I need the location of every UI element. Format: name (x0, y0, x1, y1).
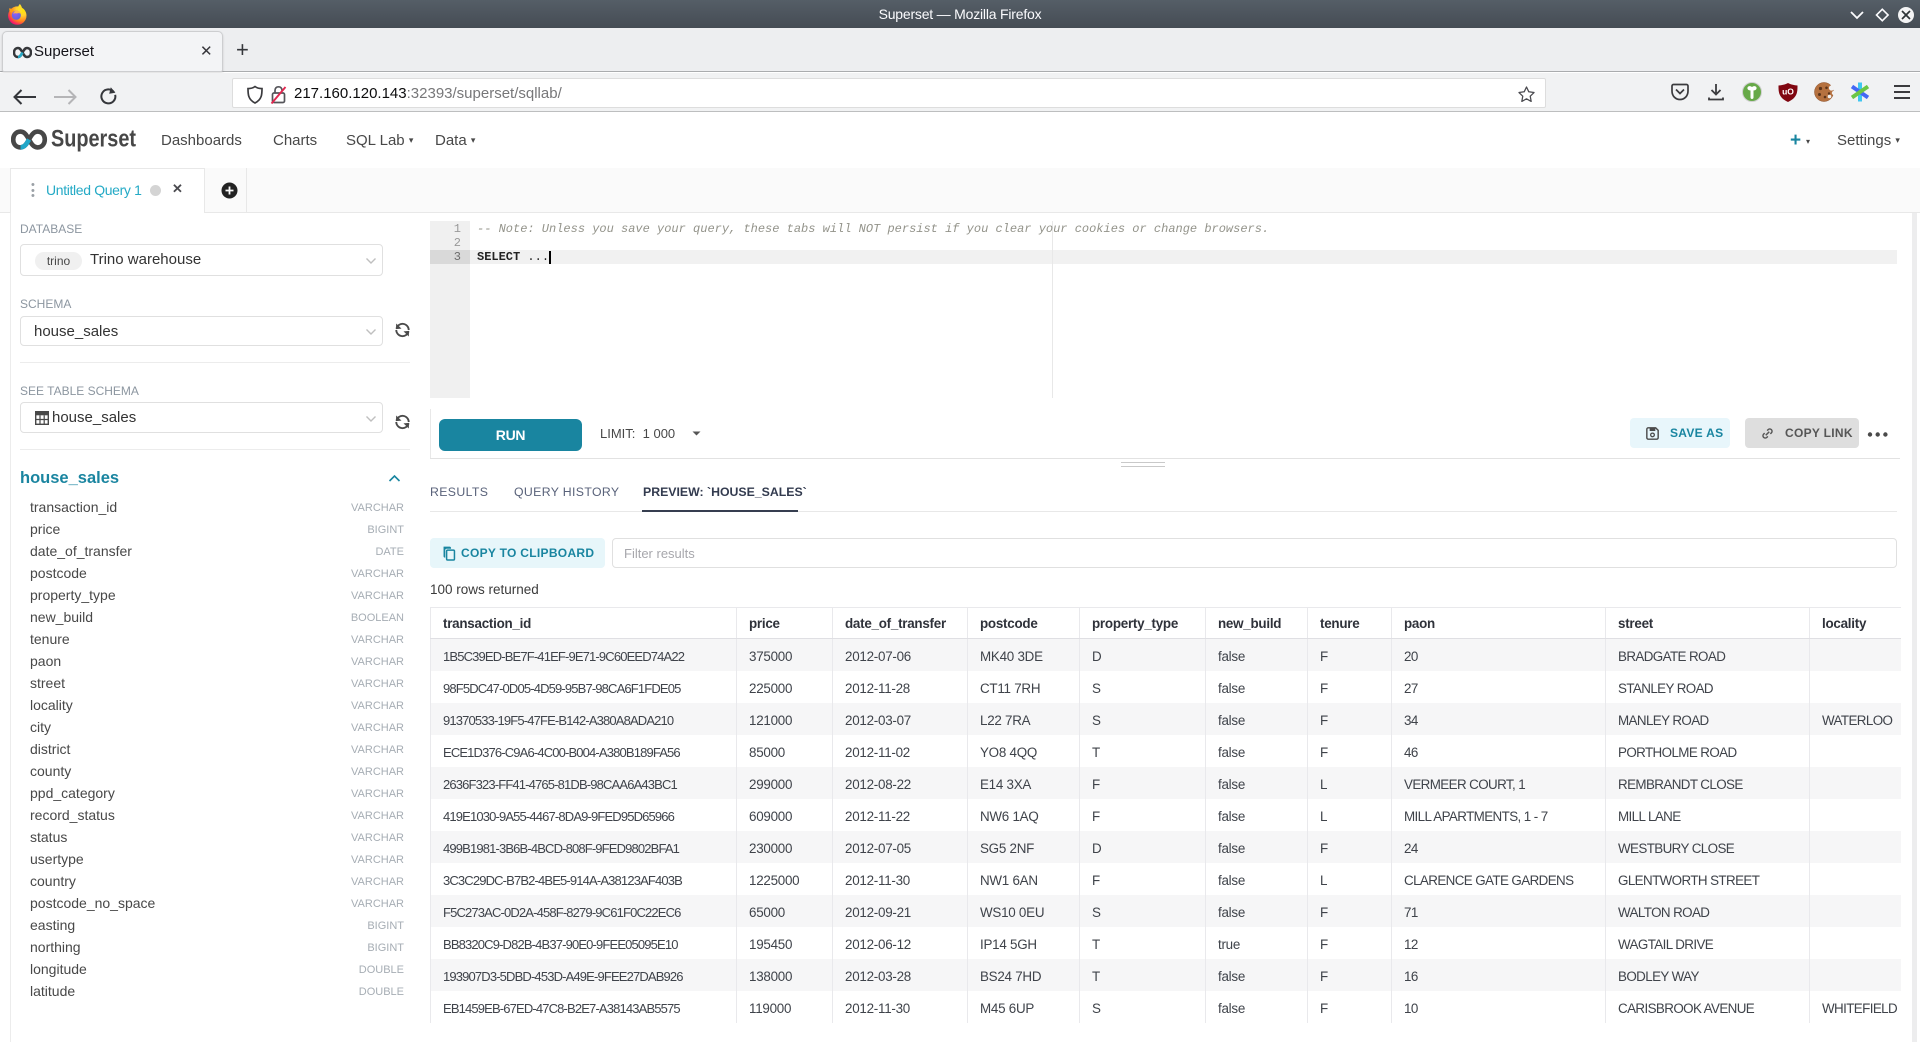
svg-text:Superset: Superset (51, 129, 136, 153)
svg-text:uO: uO (1782, 87, 1794, 97)
